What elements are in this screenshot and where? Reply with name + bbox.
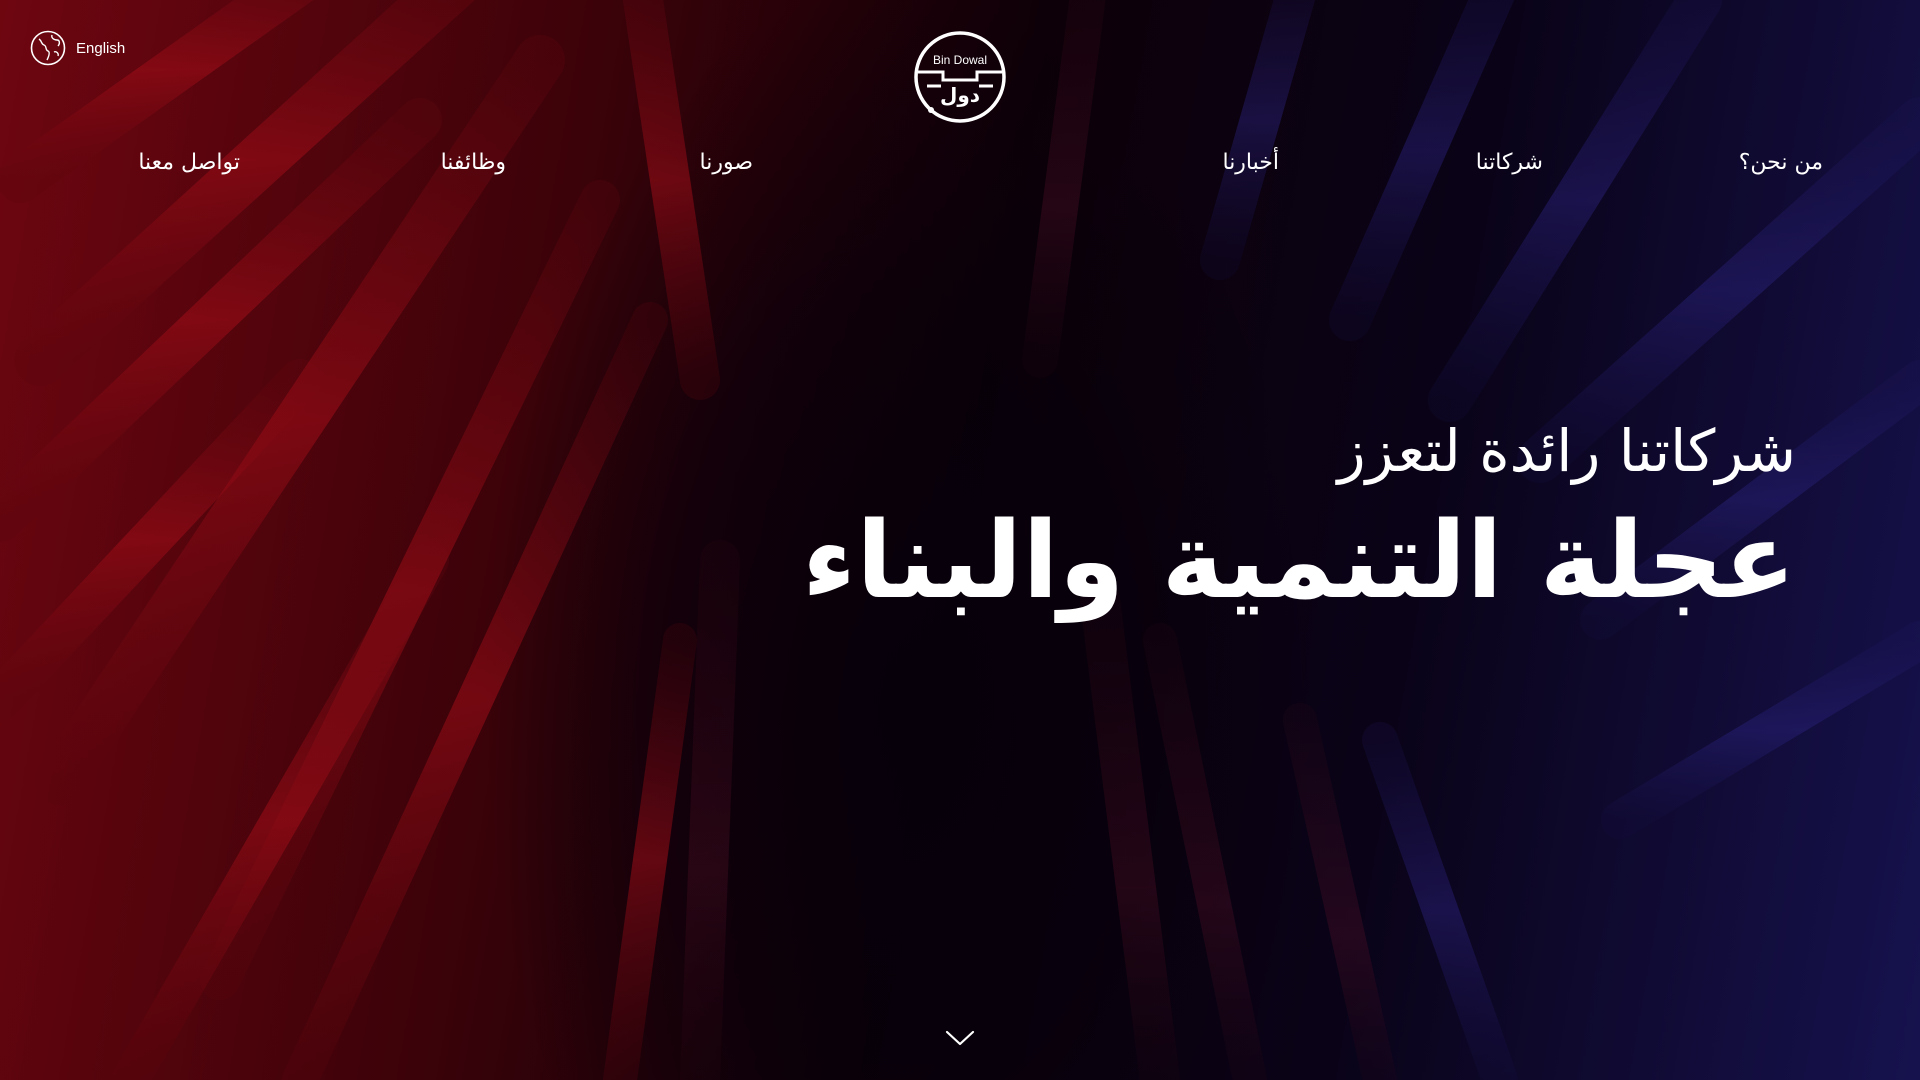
hero-title: عجلة التنمية والبناء: [801, 499, 1796, 622]
hero-section: English Bin Dowal دول من نحن؟ شركاتنا أخ…: [0, 0, 1920, 1080]
hero-headline: شركاتنا رائدة لتعزز عجلة التنمية والبناء: [802, 410, 1796, 630]
hero-subtitle: شركاتنا رائدة لتعزز: [1337, 417, 1796, 485]
globe-icon: [30, 30, 66, 66]
nav-item-gallery[interactable]: صورنا: [700, 150, 754, 175]
logo-arabic-text: دول: [940, 83, 980, 107]
chevron-down-icon[interactable]: [944, 1026, 976, 1050]
language-label: English: [76, 39, 126, 57]
nav-item-contact[interactable]: تواصل معنا: [138, 150, 240, 175]
nav-item-careers[interactable]: وظائفنا: [441, 150, 506, 175]
bin-dowal-logo[interactable]: Bin Dowal دول: [913, 30, 1007, 124]
language-switch[interactable]: English: [30, 30, 125, 66]
nav-item-about[interactable]: من نحن؟: [1739, 150, 1823, 175]
logo-latin-text: Bin Dowal: [933, 53, 987, 67]
nav-item-companies[interactable]: شركاتنا: [1476, 150, 1543, 175]
nav-item-news[interactable]: أخبارنا: [1222, 150, 1279, 175]
